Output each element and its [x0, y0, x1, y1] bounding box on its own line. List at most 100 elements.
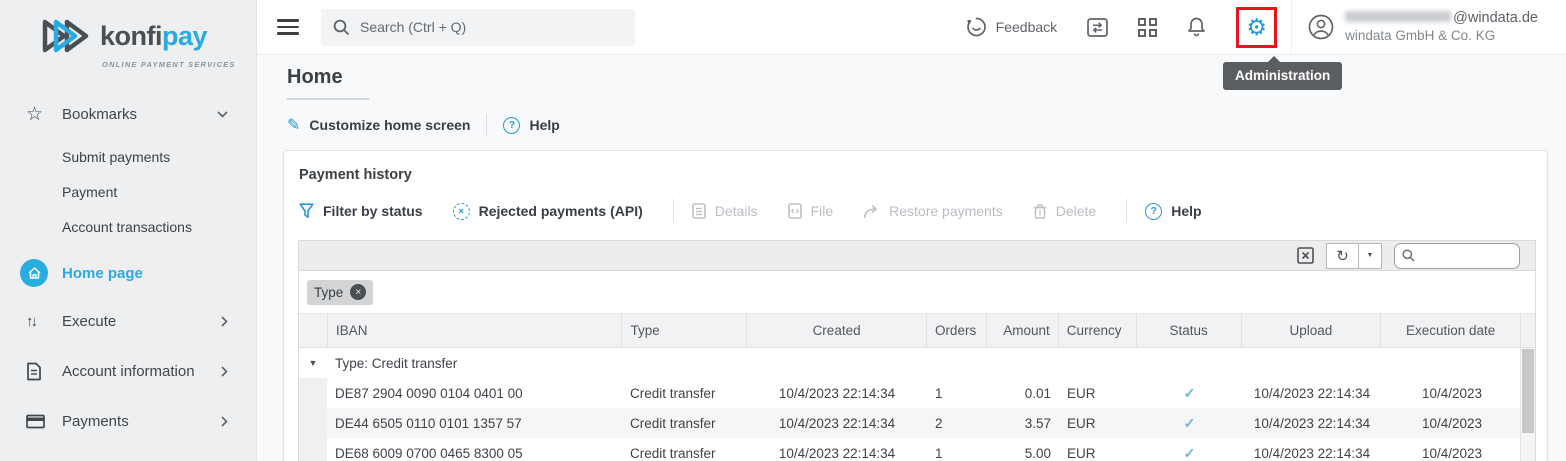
column-header-iban[interactable]: IBAN — [327, 314, 621, 347]
group-row-credit-transfer[interactable]: ▼ Type: Credit transfer — [299, 348, 1535, 378]
cell-orders: 2 — [927, 416, 987, 431]
cell-orders: 1 — [927, 386, 987, 401]
cell-created: 10/4/2023 22:14:34 — [747, 386, 927, 401]
details-button: Details — [692, 203, 758, 219]
sidebar-item-label: Payments — [62, 413, 129, 430]
cell-orders: 1 — [927, 446, 987, 461]
user-email-domain: @windata.de — [1453, 10, 1538, 26]
page-help-button[interactable]: ? Help — [503, 117, 559, 134]
sidebar-item-label: Execute — [62, 313, 116, 330]
cell-amount: 0.01 — [987, 386, 1059, 401]
table-row[interactable]: DE87 2904 0090 0104 0401 00 Credit trans… — [299, 378, 1535, 408]
refresh-dropdown-button[interactable]: ▼ — [1359, 243, 1382, 269]
check-icon: ✓ — [1184, 445, 1196, 461]
export-excel-button[interactable] — [1297, 247, 1314, 264]
cell-created: 10/4/2023 22:14:34 — [747, 416, 927, 431]
table-area: IBAN Type Created Orders Amount Currency… — [299, 314, 1535, 461]
global-search[interactable] — [321, 9, 635, 46]
cell-status: ✓ — [1137, 415, 1242, 432]
search-input[interactable] — [360, 19, 620, 35]
cell-iban: DE44 6505 0110 0101 1357 57 — [327, 416, 622, 431]
notifications-button[interactable] — [1187, 16, 1206, 38]
sidebar-item-submit-payments[interactable]: Submit payments — [0, 139, 256, 174]
sort-arrows-icon: ↑↓ — [26, 313, 62, 330]
document-icon — [26, 362, 62, 381]
group-collapse-icon[interactable]: ▼ — [299, 348, 327, 378]
sidebar-item-label: Home page — [62, 265, 143, 282]
search-icon — [1402, 249, 1415, 262]
sidebar-item-payment[interactable]: Payment — [0, 174, 256, 209]
transfer-icon — [1087, 18, 1108, 37]
chevron-right-icon — [221, 316, 228, 327]
cell-created: 10/4/2023 22:14:34 — [747, 446, 927, 461]
sidebar-item-account-transactions[interactable]: Account transactions — [0, 209, 256, 244]
column-header-upload[interactable]: Upload — [1241, 314, 1381, 347]
sidebar-item-home-page[interactable]: Home page — [0, 250, 256, 296]
customize-home-screen-button[interactable]: ✎ Customize home screen — [287, 115, 470, 135]
delete-button: Delete — [1033, 203, 1096, 219]
filter-by-status-button[interactable]: Filter by status — [299, 203, 423, 219]
column-header-currency[interactable]: Currency — [1058, 314, 1136, 347]
transfer-button[interactable] — [1087, 18, 1108, 37]
column-header-created[interactable]: Created — [746, 314, 926, 347]
restore-arrow-icon — [863, 204, 880, 219]
cell-execution-date: 10/4/2023 — [1382, 386, 1522, 401]
home-icon — [20, 259, 48, 287]
administration-tooltip: Administration — [1223, 62, 1342, 90]
trash-icon — [1033, 203, 1047, 219]
cell-amount: 5.00 — [987, 446, 1059, 461]
konfipay-logo: konfipay ONLINE PAYMENT SERVICES — [40, 13, 256, 69]
table-row[interactable]: DE68 6009 0700 0465 8300 05 Credit trans… — [299, 438, 1535, 461]
feedback-chat-icon — [966, 17, 987, 38]
close-icon[interactable]: × — [350, 284, 366, 300]
administration-button[interactable]: ⚙ — [1236, 7, 1277, 48]
feedback-button[interactable]: Feedback — [957, 17, 1057, 38]
refresh-button[interactable]: ↻ — [1326, 243, 1359, 269]
apps-grid-icon — [1138, 18, 1157, 37]
group-chip-type[interactable]: Type × — [307, 280, 373, 305]
header-filler — [1520, 314, 1535, 347]
sidebar-item-bookmarks[interactable]: ☆ Bookmarks — [0, 99, 256, 129]
table-row[interactable]: DE44 6505 0110 0101 1357 57 Credit trans… — [299, 408, 1535, 438]
customize-label: Customize home screen — [309, 117, 470, 133]
cell-type: Credit transfer — [622, 386, 747, 401]
cell-execution-date: 10/4/2023 — [1382, 446, 1522, 461]
cell-status: ✓ — [1137, 445, 1242, 461]
page-title: Home — [287, 66, 369, 100]
avatar-icon — [1308, 14, 1334, 40]
help-icon: ? — [503, 117, 520, 134]
column-header-status[interactable]: Status — [1136, 314, 1241, 347]
user-avatar-button[interactable] — [1308, 14, 1334, 40]
details-icon — [692, 203, 706, 219]
refresh-button-group: ↻ ▼ — [1326, 243, 1382, 269]
cell-type: Credit transfer — [622, 416, 747, 431]
sidebar-item-execute[interactable]: ↑↓ Execute — [0, 296, 256, 346]
cell-upload: 10/4/2023 22:14:34 — [1242, 446, 1382, 461]
bell-icon — [1187, 16, 1206, 38]
column-header-execution-date[interactable]: Execution date — [1380, 314, 1520, 347]
chevron-right-icon — [221, 366, 228, 377]
column-header-orders[interactable]: Orders — [926, 314, 986, 347]
sidebar-item-label: Account information — [62, 363, 195, 380]
sidebar-item-label: Bookmarks — [62, 106, 137, 123]
apps-grid-button[interactable] — [1138, 18, 1157, 37]
grid-search-box[interactable] — [1394, 243, 1520, 269]
feedback-label: Feedback — [996, 19, 1057, 35]
redacted-username — [1345, 11, 1451, 22]
scrollbar-thumb[interactable] — [1522, 349, 1534, 433]
rejected-payments-button[interactable]: × Rejected payments (API) — [453, 203, 643, 220]
credit-card-icon — [26, 414, 62, 429]
grid-search-input[interactable] — [1420, 249, 1516, 263]
grid-toolbar: ↻ ▼ — [299, 241, 1535, 271]
panel-help-button[interactable]: ? Help — [1145, 203, 1201, 220]
sidebar-item-account-information[interactable]: Account information — [0, 346, 256, 396]
table-vertical-scrollbar[interactable] — [1520, 348, 1535, 461]
cell-amount: 3.57 — [987, 416, 1059, 431]
gear-icon: ⚙ — [1246, 16, 1267, 39]
column-header-amount[interactable]: Amount — [986, 314, 1058, 347]
user-info[interactable]: @windata.de windata GmbH & Co. KG — [1345, 9, 1538, 45]
column-header-type[interactable]: Type — [621, 314, 746, 347]
divider — [1126, 199, 1127, 223]
sidebar-item-payments[interactable]: Payments — [0, 396, 256, 446]
hamburger-menu-icon[interactable] — [277, 15, 299, 39]
